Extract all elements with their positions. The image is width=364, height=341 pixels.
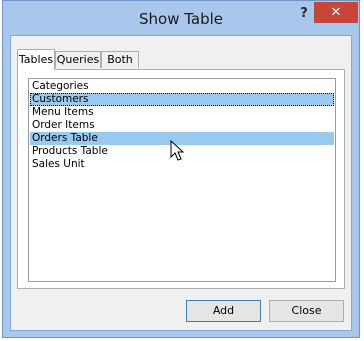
help-button[interactable]: ?	[297, 6, 311, 22]
tab-queries[interactable]: Queries	[55, 51, 101, 68]
tables-listbox[interactable]: Categories Customers Menu Items Order It…	[28, 78, 336, 282]
tab-both[interactable]: Both	[101, 51, 139, 68]
close-icon: ✕	[330, 5, 342, 20]
list-item[interactable]: Order Items	[30, 119, 334, 132]
list-item[interactable]: Menu Items	[30, 106, 334, 119]
title-bar[interactable]: Show Table ? ✕	[3, 1, 359, 35]
list-item[interactable]: Categories	[30, 80, 334, 93]
tab-panel-tables: Categories Customers Menu Items Order It…	[17, 69, 345, 289]
mouse-pointer-icon	[170, 140, 185, 161]
list-item[interactable]: Customers	[30, 93, 334, 106]
close-button[interactable]: Close	[269, 300, 344, 322]
close-window-button[interactable]: ✕	[314, 2, 358, 23]
dialog-body: Tables Queries Both Categories Customers…	[10, 35, 352, 331]
add-button[interactable]: Add	[186, 300, 261, 322]
tab-tables[interactable]: Tables	[17, 49, 55, 70]
show-table-dialog: Show Table ? ✕ Tables Queries Both Categ…	[2, 0, 360, 338]
